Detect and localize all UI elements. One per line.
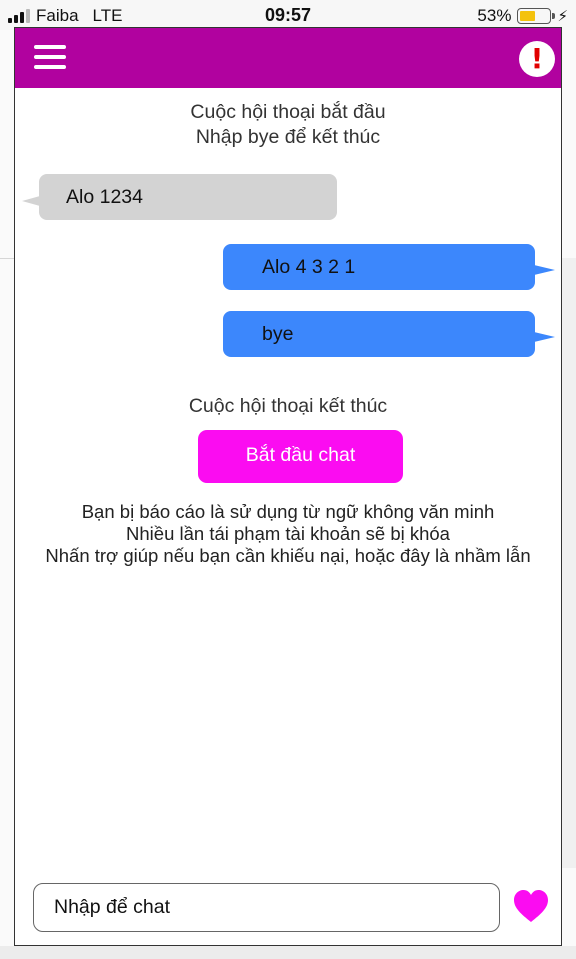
conversation-end-notice: Cuộc hội thoại kết thúc: [188, 395, 388, 417]
report-button[interactable]: !: [519, 41, 555, 77]
status-bar: Faiba LTE 09:57 53% ⚡︎: [0, 0, 576, 30]
exclamation-icon: !: [530, 42, 544, 75]
status-right: 53% ⚡︎: [477, 6, 568, 26]
hamburger-menu-icon[interactable]: [34, 45, 66, 71]
start-line-1: Cuộc hội thoại bắt đầu: [190, 101, 386, 123]
send-heart-button[interactable]: [513, 889, 549, 925]
start-line-2: Nhập bye để kết thúc: [195, 126, 381, 148]
battery-icon: [517, 8, 556, 24]
charging-bolt-icon: ⚡︎: [557, 8, 568, 25]
warning-line-1: Bạn bị báo cáo là sử dụng từ ngữ không v…: [81, 501, 495, 522]
battery-percent: 53%: [477, 6, 512, 25]
heart-icon: [514, 890, 548, 922]
outgoing-message: Alo 4 3 2 1: [223, 244, 555, 290]
battery-level-fill: [520, 11, 536, 21]
report-warning: Bạn bị báo cáo là sử dụng từ ngữ không v…: [15, 501, 561, 567]
incoming-message: Alo 1234: [22, 174, 337, 220]
warning-line-3: Nhấn trợ giúp nếu bạn cần khiếu nại, hoặ…: [45, 545, 531, 566]
chat-window: ! Cuộc hội thoại bắt đầu Nhập bye để kết…: [14, 27, 562, 946]
conversation-start-notice: Cuộc hội thoại bắt đầu Nhập bye để kết t…: [15, 100, 561, 150]
chat-header: !: [15, 28, 561, 88]
chat-input[interactable]: [33, 883, 500, 932]
start-chat-button[interactable]: Bắt đầu chat: [198, 430, 403, 483]
background-panel: [562, 258, 576, 868]
background-bottom-bar: [0, 946, 576, 959]
outgoing-message: bye: [223, 311, 555, 357]
warning-line-2: Nhiều lần tái phạm tài khoản sẽ bị khóa: [126, 523, 450, 544]
